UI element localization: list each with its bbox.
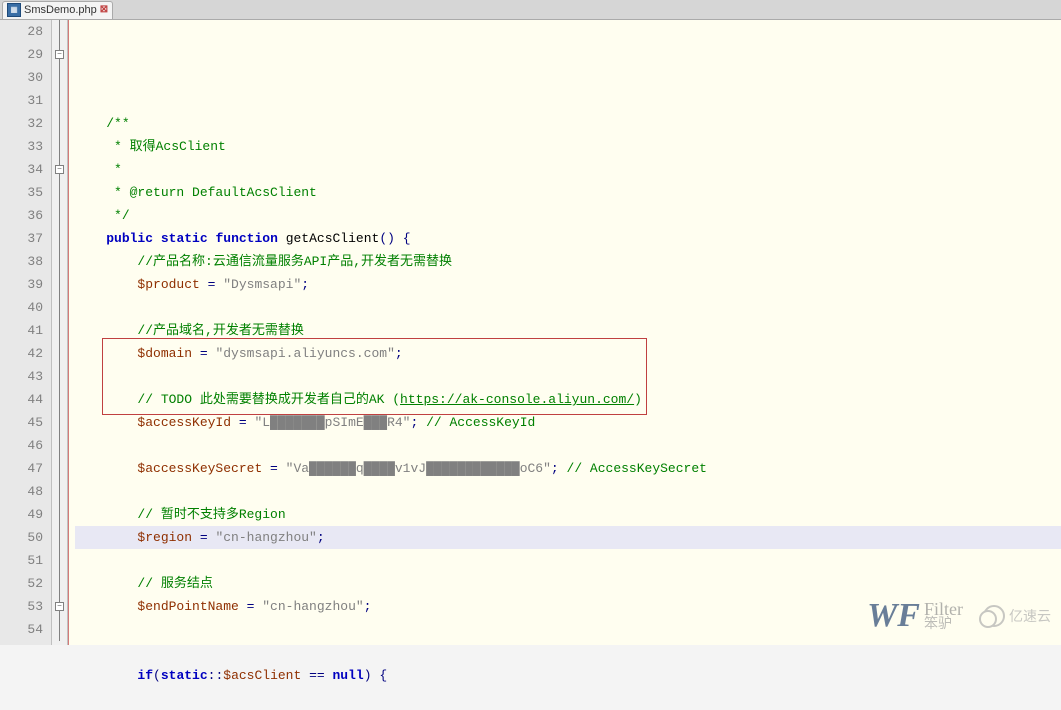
fold-toggle-icon[interactable]: − (55, 165, 64, 174)
line-number: 49 (0, 503, 43, 526)
code-line[interactable]: $product = "Dysmsapi"; (75, 273, 1061, 296)
code-line[interactable] (75, 296, 1061, 319)
code-line[interactable]: */ (75, 204, 1061, 227)
code-line[interactable]: //产品域名,开发者无需替换 (75, 319, 1061, 342)
code-line[interactable] (75, 434, 1061, 457)
code-line[interactable]: // 服务结点 (75, 572, 1061, 595)
tab-filename: SmsDemo.php (24, 4, 97, 16)
code-line[interactable]: if(static::$acsClient == null) { (75, 664, 1061, 687)
line-number: 37 (0, 227, 43, 250)
line-number: 43 (0, 365, 43, 388)
line-number: 30 (0, 66, 43, 89)
code-line[interactable]: $region = "cn-hangzhou"; (75, 526, 1061, 549)
line-number: 35 (0, 181, 43, 204)
code-line[interactable]: $accessKeyId = "L███████pSImE███R4"; // … (75, 411, 1061, 434)
line-number: 36 (0, 204, 43, 227)
code-line[interactable] (75, 480, 1061, 503)
line-number: 53 (0, 595, 43, 618)
code-line[interactable]: * 取得AcsClient (75, 135, 1061, 158)
line-number: 29 (0, 43, 43, 66)
code-line[interactable] (75, 365, 1061, 388)
code-line[interactable]: //产品名称:云通信流量服务API产品,开发者无需替换 (75, 250, 1061, 273)
code-line[interactable]: // TODO 此处需要替换成开发者自己的AK (https://ak-cons… (75, 388, 1061, 411)
code-line[interactable] (75, 641, 1061, 664)
code-line[interactable]: public static function getAcsClient() { (75, 227, 1061, 250)
line-number: 44 (0, 388, 43, 411)
line-number: 34 (0, 158, 43, 181)
code-line[interactable] (75, 687, 1061, 710)
line-number: 54 (0, 618, 43, 641)
line-number: 52 (0, 572, 43, 595)
code-line[interactable] (75, 549, 1061, 572)
code-line[interactable]: /** (75, 112, 1061, 135)
code-line[interactable]: $accessKeySecret = "Va██████q████v1vJ███… (75, 457, 1061, 480)
fold-toggle-icon[interactable]: − (55, 50, 64, 59)
line-number: 41 (0, 319, 43, 342)
line-number: 46 (0, 434, 43, 457)
close-icon[interactable]: ⊠ (100, 4, 108, 16)
line-number: 33 (0, 135, 43, 158)
code-line[interactable]: * @return DefaultAcsClient (75, 181, 1061, 204)
editor: 2829303132333435363738394041424344454647… (0, 20, 1061, 645)
fold-toggle-icon[interactable]: − (55, 602, 64, 611)
line-number-gutter: 2829303132333435363738394041424344454647… (0, 20, 52, 645)
file-tab[interactable]: ▦ SmsDemo.php ⊠ (2, 1, 113, 19)
line-number: 32 (0, 112, 43, 135)
tab-bar: ▦ SmsDemo.php ⊠ (0, 0, 1061, 20)
line-number: 28 (0, 20, 43, 43)
line-number: 51 (0, 549, 43, 572)
fold-gutter: − − − (52, 20, 68, 645)
line-number: 50 (0, 526, 43, 549)
line-number: 47 (0, 457, 43, 480)
line-number: 42 (0, 342, 43, 365)
line-number: 31 (0, 89, 43, 112)
code-line[interactable]: $endPointName = "cn-hangzhou"; (75, 595, 1061, 618)
code-line[interactable]: $domain = "dysmsapi.aliyuncs.com"; (75, 342, 1061, 365)
line-number: 40 (0, 296, 43, 319)
code-line[interactable] (75, 89, 1061, 112)
code-line[interactable]: // 暂时不支持多Region (75, 503, 1061, 526)
line-number: 45 (0, 411, 43, 434)
code-line[interactable] (75, 618, 1061, 641)
line-number: 39 (0, 273, 43, 296)
code-line[interactable]: * (75, 158, 1061, 181)
line-number: 38 (0, 250, 43, 273)
file-icon: ▦ (7, 3, 21, 17)
code-area[interactable]: /** * 取得AcsClient * * @return DefaultAcs… (68, 20, 1061, 645)
line-number: 48 (0, 480, 43, 503)
